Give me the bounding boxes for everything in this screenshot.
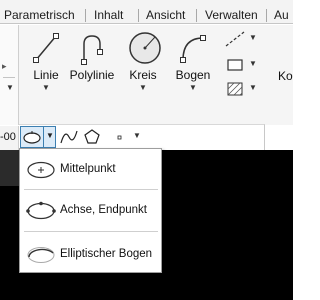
line-label: Linie [33, 68, 59, 82]
construction-line-button[interactable]: ▼ [224, 30, 257, 48]
ellipse-axis-end-icon [26, 201, 56, 220]
point-icon[interactable] [110, 127, 130, 147]
menu-separator [24, 189, 158, 190]
tab-separator [196, 9, 197, 22]
ribbon-left-panel: ▸ ▼ [0, 25, 19, 125]
spline-icon[interactable] [59, 127, 79, 147]
menu-item-mittelpunkt[interactable]: Mittelpunkt [20, 154, 161, 184]
canvas-left-edge [0, 150, 19, 186]
line-icon [33, 33, 59, 63]
tab-truncated[interactable]: Au [274, 8, 289, 23]
divider [3, 77, 15, 78]
menu-item-label: Achse, Endpunkt [60, 204, 147, 216]
polyline-button[interactable]: Polylinie [67, 30, 117, 90]
circle-icon [129, 32, 161, 64]
rectangle-icon [227, 59, 243, 71]
chevron-down-icon[interactable]: ▼ [118, 83, 168, 92]
hatch-icon [227, 82, 243, 96]
menu-item-elliptischer-bogen[interactable]: Elliptischer Bogen [20, 239, 161, 269]
polyline-label: Polylinie [69, 68, 115, 82]
ellipse-icon [23, 131, 41, 144]
ellipse-center-icon [27, 161, 55, 179]
draw-small-tools: ▼ ▼ ▼ [224, 30, 257, 102]
ellipse-split-button[interactable]: ▼ [20, 126, 56, 148]
ribbon-tab-bar: Parametrisch Inhalt Ansicht Verwalten Au [0, 0, 293, 24]
chevron-down-icon[interactable]: ▼ [168, 83, 218, 92]
split-divider [43, 127, 44, 147]
construction-line-icon [225, 31, 245, 47]
arc-label: Bogen [175, 68, 211, 82]
truncated-group-label: Ko [278, 69, 293, 83]
menu-item-achse-endpunkt[interactable]: Achse, Endpunkt [20, 195, 161, 225]
chevron-down-icon[interactable]: ▼ [249, 59, 257, 68]
hatch-button[interactable]: ▼ [224, 80, 257, 98]
tab-separator [138, 9, 139, 22]
menu-item-label: Elliptischer Bogen [60, 248, 153, 260]
arc-button[interactable]: Bogen ▼ [168, 30, 218, 92]
tab-verwalten[interactable]: Verwalten [205, 8, 258, 23]
polygon-icon[interactable] [82, 127, 102, 147]
ellipse-dropdown-menu: Mittelpunkt Achse, Endpunkt Elliptischer… [19, 148, 162, 273]
arrow-icon[interactable]: ▸ [2, 61, 7, 72]
chevron-down-icon[interactable]: ▼ [21, 83, 71, 92]
circle-label: Kreis [129, 68, 157, 82]
circle-button[interactable]: Kreis ▼ [118, 30, 168, 92]
chevron-down-icon[interactable]: ▼ [249, 33, 257, 42]
elliptical-arc-icon [27, 247, 55, 263]
rectangle-button[interactable]: ▼ [224, 56, 257, 74]
tab-separator [266, 9, 267, 22]
tab-ansicht[interactable]: Ansicht [146, 8, 185, 23]
menu-item-label: Mittelpunkt [60, 163, 116, 175]
menu-separator [24, 231, 158, 232]
line-button[interactable]: Linie ▼ [21, 30, 71, 92]
tab-inhalt[interactable]: Inhalt [94, 8, 123, 23]
tab-separator [85, 9, 86, 22]
chevron-down-icon[interactable]: ▼ [46, 131, 54, 140]
chevron-down-icon[interactable]: ▼ [6, 83, 14, 92]
coordinate-fragment: -00 [0, 131, 16, 143]
polyline-icon [81, 35, 103, 65]
chevron-down-icon[interactable]: ▼ [133, 131, 141, 140]
chevron-down-icon[interactable]: ▼ [249, 83, 257, 92]
tab-parametrisch[interactable]: Parametrisch [4, 8, 75, 23]
arc-icon [180, 35, 206, 63]
